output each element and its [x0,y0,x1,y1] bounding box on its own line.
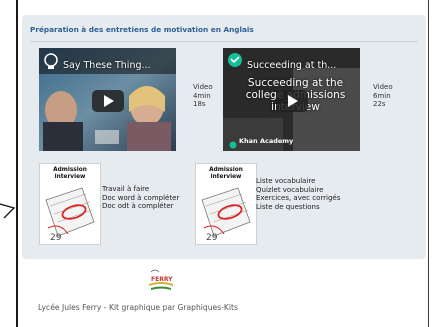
video-type: Video [373,83,393,91]
thumbnail-label: Admission interview [40,167,100,181]
right-border-line [428,0,429,327]
resource-link[interactable]: Exercices, avec corrigés [256,194,376,203]
admission-interview-thumbnail-1[interactable]: Admission interview 29 [39,163,101,245]
thumbnail-label-line: interview [210,174,242,180]
resource-link[interactable]: Quizlet vocabulaire [256,186,376,195]
video-title: Say These Thing... [63,60,151,71]
section-title: Préparation à des entretiens de motivati… [30,25,254,34]
video-info-2: Video 6min 22s [373,83,393,109]
video-duration-seconds: 22s [373,100,386,108]
thumbnail-label-line: interview [54,174,86,180]
video-duration-seconds: 18s [193,100,206,108]
video-title: Succeeding at th... [247,60,337,71]
resource-link[interactable]: Travail à faire [102,185,192,194]
play-button-icon[interactable] [276,90,308,112]
resource-link[interactable]: Liste de questions [256,203,376,212]
svg-text:29: 29 [50,233,62,243]
video-player-1[interactable]: Say These Thing... [39,48,176,151]
thumbnail-label-line: Admission [209,167,243,173]
video-duration-minutes: 4min [193,91,211,100]
svg-text:29: 29 [206,233,218,243]
resource-link[interactable]: Doc odt à compléter [102,202,192,211]
logo-text: FERRY [151,276,173,283]
thumbnail-label: Admission interview [196,167,256,181]
left-border-line [16,0,18,327]
arrow-pointer-icon [0,203,16,219]
thumbnail-label-line: Admission [53,167,87,173]
video-info-1: Video 4min 18s [193,83,213,109]
school-logo: FERRY [149,269,173,290]
video-type: Video [193,83,213,91]
calendar-icon: 29 [45,187,95,243]
calendar-icon: 29 [201,187,251,243]
footer-text: Lycée Jules Ferry - Kit graphique par Gr… [38,303,238,312]
video-player-2[interactable]: Succeeding at th... Succeeding at the co… [223,48,360,151]
play-button-icon[interactable] [92,90,124,112]
admission-interview-thumbnail-2[interactable]: Admission interview 29 [195,163,257,245]
video-duration-minutes: 6min [373,91,391,100]
resource-link[interactable]: Doc word à compléter [102,194,192,203]
resource-list-1: Travail à faire Doc word à compléter Doc… [102,185,192,211]
resource-link[interactable]: Liste vocabulaire [256,177,376,186]
title-divider [30,41,418,42]
course-section-panel: Préparation à des entretiens de motivati… [22,15,426,259]
resource-list-2: Liste vocabulaire Quizlet vocabulaire Ex… [256,177,376,211]
channel-name: Khan Academy [239,137,294,145]
